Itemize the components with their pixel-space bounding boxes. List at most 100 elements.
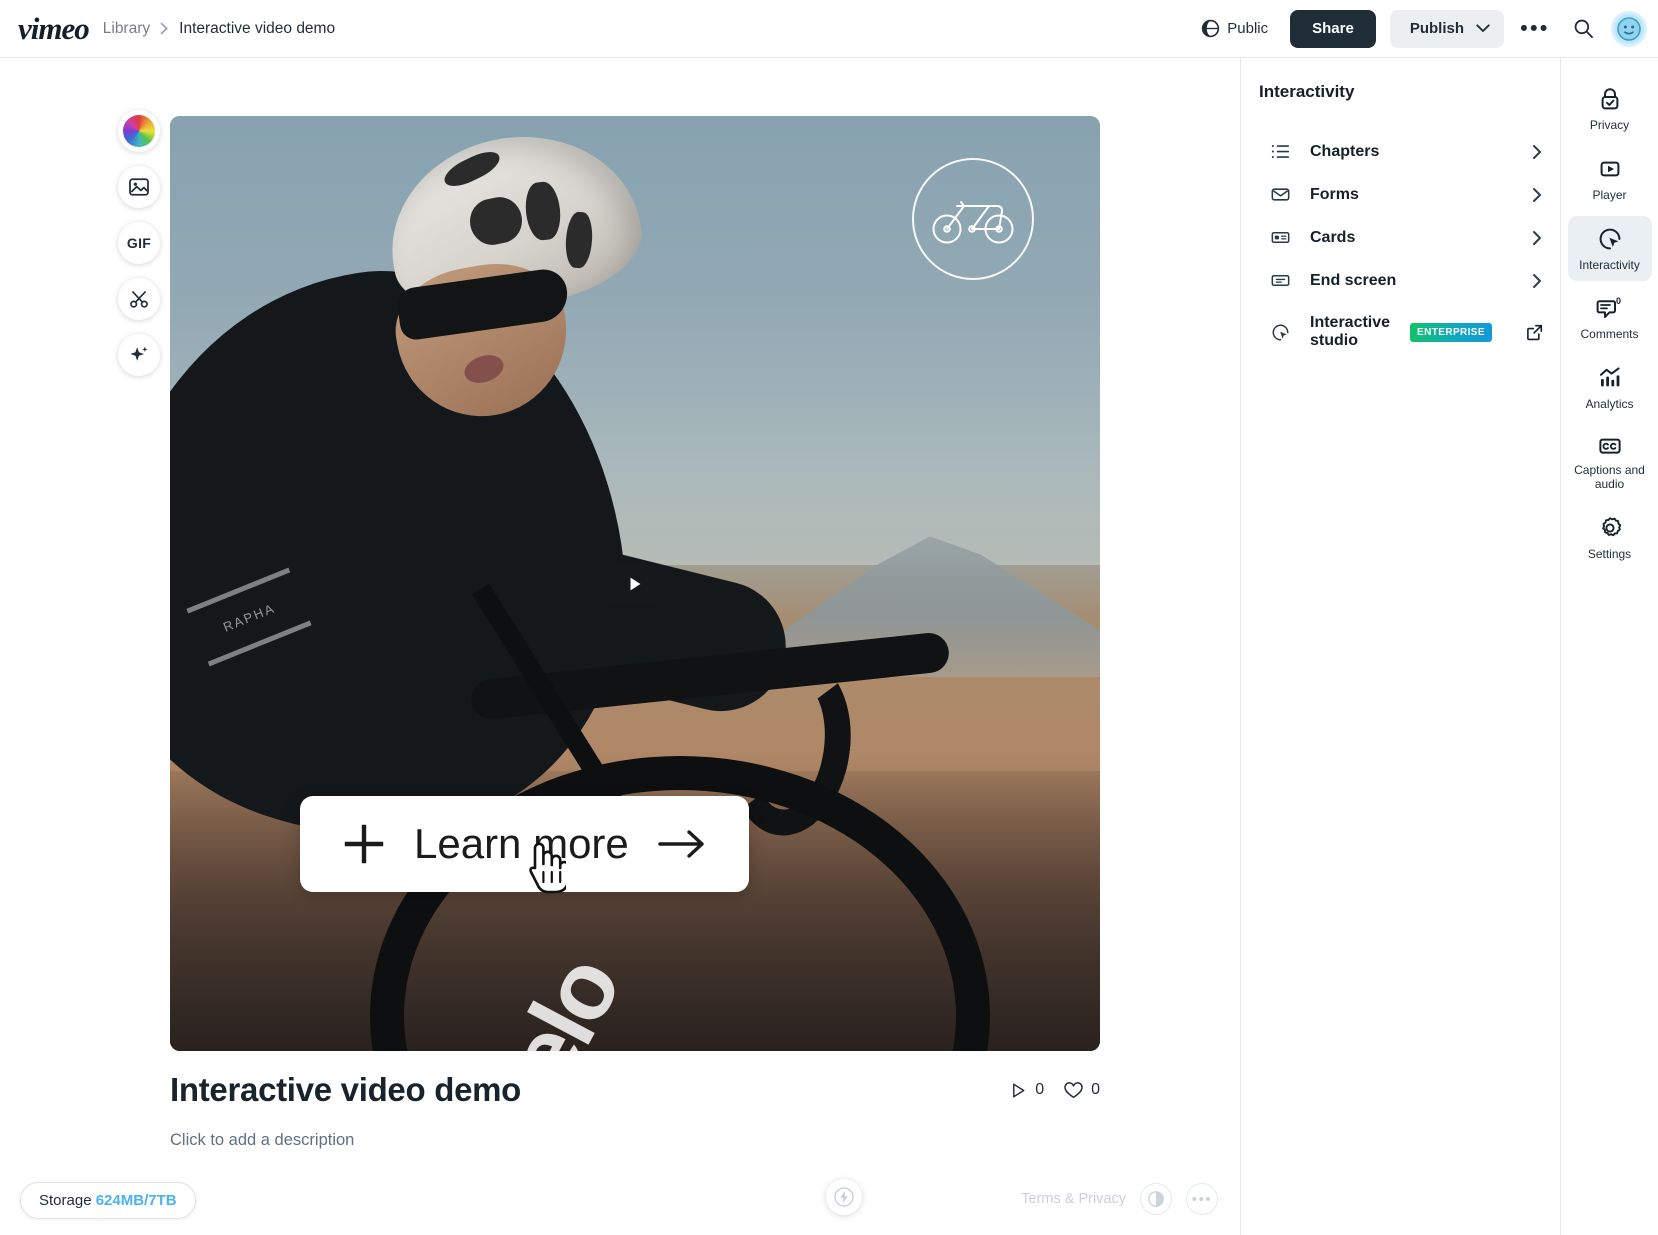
arrow-right-icon bbox=[657, 827, 707, 861]
trim-button[interactable] bbox=[118, 278, 160, 320]
chevron-right-icon bbox=[1532, 230, 1542, 246]
enterprise-badge: ENTERPRISE bbox=[1410, 322, 1492, 342]
editing-tool-rail: GIF bbox=[118, 110, 160, 376]
more-options-button[interactable]: ••• bbox=[1518, 12, 1552, 46]
storage-indicator[interactable]: Storage 624MB/7TB bbox=[20, 1182, 196, 1219]
footer-more-label: ••• bbox=[1191, 1190, 1213, 1208]
footer-links: Terms & Privacy ••• bbox=[1021, 1183, 1218, 1215]
storage-value: 624MB/7TB bbox=[95, 1192, 177, 1209]
rail-item-label: Captions and audio bbox=[1574, 462, 1645, 491]
panel-row-label: Chapters bbox=[1310, 142, 1380, 160]
comment-icon: 0 bbox=[1595, 295, 1625, 321]
gif-button[interactable]: GIF bbox=[118, 222, 160, 264]
breadcrumb: Library Interactive video demo bbox=[103, 20, 335, 38]
panel-rows: Chapters Forms Cards End screen Interact… bbox=[1241, 130, 1560, 362]
title-row: Interactive video demo 0 0 bbox=[170, 1071, 1100, 1109]
search-icon bbox=[1573, 18, 1594, 39]
like-count: 0 bbox=[1091, 1081, 1100, 1098]
end-screen-icon bbox=[1271, 271, 1290, 290]
play-button[interactable] bbox=[607, 564, 663, 603]
panel-row-cards[interactable]: Cards bbox=[1241, 216, 1560, 259]
panel-row-label: Forms bbox=[1310, 185, 1359, 203]
rail-item-comments[interactable]: 0 Comments bbox=[1568, 285, 1652, 351]
gear-icon bbox=[1597, 515, 1623, 541]
interactivity-panel: Interactivity Chapters Forms Cards End s… bbox=[1240, 58, 1560, 1235]
privacy-label: Public bbox=[1227, 20, 1269, 37]
play-count: 0 bbox=[1035, 1081, 1045, 1098]
panel-row-forms[interactable]: Forms bbox=[1241, 173, 1560, 216]
stat-plays: 0 bbox=[1010, 1081, 1044, 1099]
avatar-icon bbox=[1617, 16, 1641, 41]
image-icon bbox=[128, 176, 150, 198]
panel-row-interactive-studio[interactable]: Interactive studio ENTERPRISE bbox=[1241, 302, 1560, 362]
chevron-right-icon bbox=[1532, 144, 1542, 160]
chevron-right-icon bbox=[1532, 187, 1542, 203]
rail-item-analytics[interactable]: Analytics bbox=[1568, 355, 1652, 421]
wheel-branding: velo bbox=[463, 941, 641, 1051]
video-preview[interactable]: RAPHA velo Learn more bbox=[170, 116, 1100, 1051]
rail-item-interactivity[interactable]: Interactivity bbox=[1567, 215, 1652, 282]
publish-button[interactable]: Publish bbox=[1389, 9, 1504, 48]
video-info: Interactive video demo 0 0 Click to add … bbox=[170, 1071, 1100, 1150]
list-icon bbox=[1271, 142, 1290, 161]
video-player-wrapper: RAPHA velo Learn more bbox=[170, 116, 1100, 1051]
color-wheel-icon bbox=[123, 115, 155, 147]
gif-label: GIF bbox=[126, 235, 152, 251]
panel-row-chapters[interactable]: Chapters bbox=[1241, 130, 1560, 173]
color-wheel-button[interactable] bbox=[118, 110, 160, 152]
editor-main: GIF RAPHA velo Learn more Interactive vi… bbox=[0, 58, 1240, 1235]
rail-item-label: Comments bbox=[1580, 327, 1639, 342]
rail-item-label: Interactivity bbox=[1579, 257, 1640, 272]
globe-icon bbox=[1201, 19, 1220, 38]
analytics-icon bbox=[1597, 365, 1623, 391]
header-actions: Public Share Publish ••• bbox=[1193, 9, 1644, 48]
top-header: vimeo Library Interactive video demo Pub… bbox=[0, 0, 1658, 58]
svg-text:0: 0 bbox=[1616, 296, 1621, 306]
panel-title: Interactivity bbox=[1259, 82, 1355, 101]
publish-label: Publish bbox=[1409, 20, 1464, 37]
quick-actions-button[interactable] bbox=[826, 1179, 862, 1215]
external-link-icon[interactable] bbox=[1526, 324, 1543, 341]
thumbnail-image-button[interactable] bbox=[118, 166, 160, 208]
video-stats: 0 0 bbox=[1010, 1081, 1100, 1099]
heart-icon bbox=[1064, 1081, 1083, 1099]
rail-item-captions-and-audio[interactable]: Captions and audio bbox=[1568, 425, 1652, 501]
more-options-label: ••• bbox=[1520, 17, 1550, 40]
vimeo-logo[interactable]: vimeo bbox=[18, 11, 103, 47]
magic-button[interactable] bbox=[118, 334, 160, 376]
panel-row-label: Cards bbox=[1310, 228, 1356, 246]
page-title[interactable]: Interactive video demo bbox=[170, 1071, 521, 1109]
play-icon bbox=[630, 577, 641, 590]
rail-item-label: Player bbox=[1592, 187, 1627, 202]
rail-item-privacy[interactable]: Privacy bbox=[1568, 76, 1652, 142]
bicycle-logo-watermark bbox=[912, 158, 1034, 280]
rail-item-player[interactable]: Player bbox=[1568, 146, 1652, 212]
terms-and-privacy-link[interactable]: Terms & Privacy bbox=[1021, 1191, 1126, 1207]
rail-item-settings[interactable]: Settings bbox=[1568, 505, 1652, 571]
cc-icon bbox=[1597, 435, 1623, 457]
interactive-card-learn-more[interactable]: Learn more bbox=[300, 796, 749, 892]
interactivity-icon bbox=[1271, 323, 1290, 342]
chevron-down-icon bbox=[1476, 24, 1490, 33]
breadcrumb-library[interactable]: Library bbox=[103, 20, 150, 38]
privacy-status[interactable]: Public bbox=[1193, 13, 1276, 44]
vimeo-video-manager: vimeo Library Interactive video demo Pub… bbox=[0, 0, 1658, 1235]
card-label: Learn more bbox=[414, 820, 629, 867]
help-icon bbox=[1148, 1191, 1164, 1207]
description-placeholder[interactable]: Click to add a description bbox=[170, 1131, 1100, 1150]
plus-icon bbox=[342, 822, 386, 866]
panel-row-label: Interactive studio bbox=[1310, 314, 1391, 349]
avatar[interactable] bbox=[1614, 13, 1644, 44]
panel-row-end-screen[interactable]: End screen bbox=[1241, 259, 1560, 302]
play-count-icon bbox=[1010, 1082, 1027, 1099]
interactivity-icon bbox=[1597, 226, 1623, 252]
sparkle-icon bbox=[128, 344, 150, 366]
search-button[interactable] bbox=[1566, 12, 1600, 46]
share-button[interactable]: Share bbox=[1290, 9, 1376, 48]
panel-row-label: End screen bbox=[1310, 271, 1397, 289]
rail-item-label: Settings bbox=[1587, 546, 1632, 561]
stat-likes: 0 bbox=[1064, 1081, 1100, 1099]
footer-more-button[interactable]: ••• bbox=[1186, 1183, 1218, 1215]
help-button[interactable] bbox=[1140, 1183, 1172, 1215]
player-icon bbox=[1597, 156, 1623, 182]
